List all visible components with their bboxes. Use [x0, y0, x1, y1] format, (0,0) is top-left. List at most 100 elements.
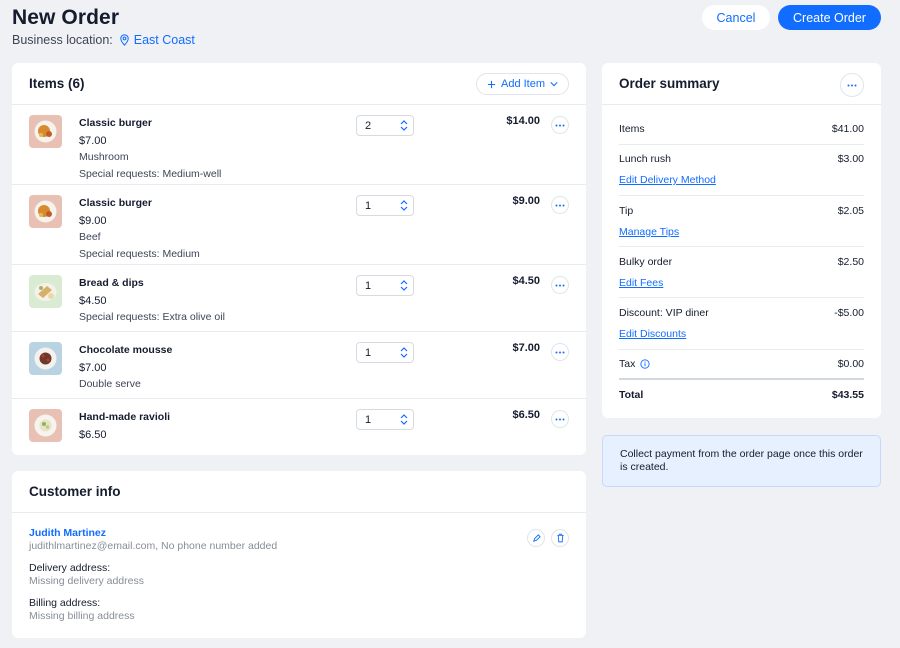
divider — [619, 246, 864, 247]
manage-tips-link[interactable]: Manage Tips — [619, 226, 679, 238]
stepper-arrows-icon[interactable] — [400, 199, 408, 212]
item-row: Bread & dips $4.50 Special requests: Ext… — [12, 265, 586, 332]
customer-contact: judithlmartinez@email.com, No phone numb… — [29, 540, 278, 552]
quantity-stepper[interactable]: 1 — [356, 409, 414, 430]
total-label: Total — [619, 389, 644, 401]
item-info: Classic burger $9.00 Beef Special reques… — [79, 195, 200, 262]
quantity-stepper[interactable]: 1 — [356, 275, 414, 296]
customer-name-link[interactable]: Judith Martinez — [29, 527, 277, 540]
billing-address-label: Billing address: — [29, 597, 101, 609]
item-more-button[interactable] — [551, 410, 569, 428]
add-item-button[interactable]: Add Item — [476, 73, 569, 95]
item-price: $9.00 — [79, 214, 107, 227]
bulky-order-label: Bulky order — [619, 256, 673, 268]
item-name: Chocolate mousse — [79, 344, 173, 356]
summary-line: Items $41.00 — [619, 123, 864, 135]
stepper-arrows-icon[interactable] — [400, 346, 408, 359]
lunch-rush-value: $3.00 — [837, 153, 864, 165]
item-total: $4.50 — [512, 275, 540, 287]
trash-icon — [556, 533, 564, 543]
item-name: Classic burger — [79, 197, 152, 209]
location-pin-icon — [120, 34, 129, 46]
summary-line: Tax $0.00 — [619, 358, 864, 370]
bulky-order-value: $2.50 — [837, 256, 864, 268]
item-note: Beef — [79, 231, 101, 243]
customer-card-header: Customer info — [12, 471, 586, 513]
location-link[interactable]: East Coast — [119, 33, 195, 47]
payment-info-text: Collect payment from the order page once… — [620, 448, 863, 473]
item-total: $9.00 — [512, 195, 540, 207]
stepper-arrows-icon[interactable] — [400, 413, 408, 426]
edit-delivery-method-link[interactable]: Edit Delivery Method — [619, 174, 716, 186]
quantity-value: 2 — [365, 119, 372, 132]
delete-customer-button[interactable] — [551, 529, 569, 547]
divider — [619, 297, 864, 298]
items-value: $41.00 — [831, 123, 864, 135]
quantity-value: 1 — [365, 199, 372, 212]
tip-value: $2.05 — [837, 205, 864, 217]
quantity-value: 1 — [365, 413, 372, 426]
items-card: Items (6) Add Item Classic burger $7.00 … — [12, 63, 586, 455]
item-row: Hand-made ravioli $6.50 1 $6.50 — [12, 399, 586, 453]
tax-value: $0.00 — [837, 358, 864, 370]
item-more-button[interactable] — [551, 116, 569, 134]
quantity-stepper[interactable]: 1 — [356, 195, 414, 216]
summary-more-button[interactable] — [840, 73, 864, 97]
tax-label: Tax — [619, 358, 636, 370]
item-more-button[interactable] — [551, 276, 569, 294]
cancel-button[interactable]: Cancel — [702, 5, 770, 30]
item-info: Chocolate mousse $7.00 Double serve — [79, 342, 172, 393]
payment-info-box: Collect payment from the order page once… — [602, 435, 881, 487]
delivery-address-value: Missing delivery address — [29, 575, 144, 587]
edit-discounts-link[interactable]: Edit Discounts — [619, 328, 686, 340]
bread-image — [29, 275, 62, 308]
item-info: Hand-made ravioli $6.50 — [79, 409, 170, 443]
item-price: $4.50 — [79, 294, 107, 307]
customer-info-card: Customer info Judith Martinez judithlmar… — [12, 471, 586, 638]
business-location: Business location: East Coast — [12, 33, 195, 47]
ravioli-image — [29, 409, 62, 442]
stepper-arrows-icon[interactable] — [400, 119, 408, 132]
summary-delivery-section: Lunch rush $3.00 Edit Delivery Method — [619, 153, 864, 188]
item-note: Double serve — [79, 378, 141, 390]
summary-line: Tip $2.05 — [619, 205, 864, 217]
summary-line: Discount: VIP diner -$5.00 — [619, 307, 864, 319]
item-more-button[interactable] — [551, 343, 569, 361]
mousse-image — [29, 342, 62, 375]
location-value: East Coast — [133, 33, 195, 47]
item-note: Special requests: Medium — [79, 247, 200, 260]
info-icon[interactable] — [640, 359, 650, 369]
quantity-stepper[interactable]: 2 — [356, 115, 414, 136]
item-row: Classic burger $9.00 Beef Special reques… — [12, 185, 586, 265]
summary-tip-section: Tip $2.05 Manage Tips — [619, 205, 864, 240]
lunch-rush-label: Lunch rush — [619, 153, 671, 165]
edit-fees-link[interactable]: Edit Fees — [619, 277, 663, 289]
tip-label: Tip — [619, 205, 634, 217]
divider — [619, 195, 864, 196]
divider — [619, 378, 864, 380]
stepper-arrows-icon[interactable] — [400, 279, 408, 292]
item-name: Classic burger — [79, 117, 152, 129]
item-more-button[interactable] — [551, 196, 569, 214]
more-horizontal-icon — [847, 84, 857, 86]
summary-items-section: Items $41.00 — [619, 123, 864, 135]
order-summary-card: Order summary Items $41.00 Lunch rush $3… — [602, 63, 881, 418]
burger-image — [29, 195, 62, 228]
item-price: $6.50 — [79, 428, 107, 441]
customer-title: Customer info — [29, 484, 121, 499]
summary-line: Bulky order $2.50 — [619, 256, 864, 268]
summary-fees-section: Bulky order $2.50 Edit Fees — [619, 256, 864, 291]
page-header: New Order Business location: East Coast — [12, 6, 195, 47]
delivery-address-label: Delivery address: — [29, 562, 111, 574]
chevron-down-icon — [550, 82, 558, 87]
summary-discount-section: Discount: VIP diner -$5.00 Edit Discount… — [619, 307, 864, 342]
quantity-value: 1 — [365, 279, 372, 292]
burger-image — [29, 115, 62, 148]
items-title: Items (6) — [29, 76, 85, 91]
quantity-stepper[interactable]: 1 — [356, 342, 414, 363]
create-order-button[interactable]: Create Order — [778, 5, 881, 30]
edit-customer-button[interactable] — [527, 529, 545, 547]
pencil-icon — [532, 533, 541, 542]
summary-title: Order summary — [619, 76, 720, 91]
discount-label: Discount: VIP diner — [619, 307, 709, 319]
